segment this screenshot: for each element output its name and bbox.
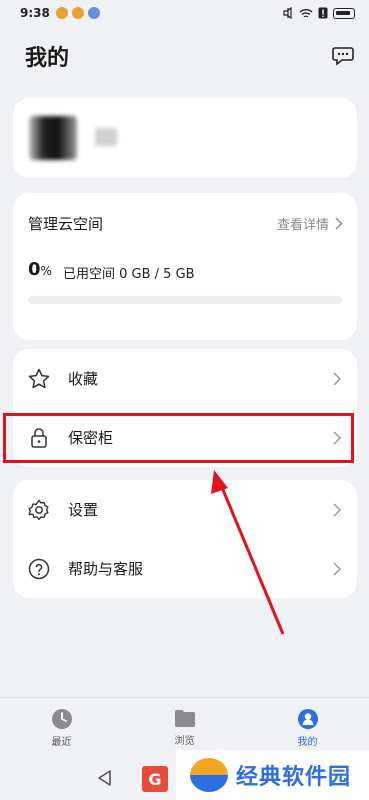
tab-browse[interactable]: 浏览 [145,709,225,747]
watermark-logo-box: G [142,766,168,792]
person-icon [297,708,318,729]
back-icon[interactable] [96,769,114,787]
tab-label: 最近 [51,736,72,748]
folder-icon [174,709,195,727]
watermark-logo [190,758,228,792]
bottom-tab-bar: 最近 浏览 我的 [0,697,369,757]
clock-icon [51,708,72,729]
watermark: 经典软件园 [176,750,369,800]
tab-recent[interactable]: 最近 [22,708,102,748]
watermark-text: 经典软件园 [236,765,352,790]
tab-label: 浏览 [174,735,195,747]
annotation-arrow [211,470,285,635]
tab-mine[interactable]: 我的 [268,708,348,748]
tab-label: 我的 [297,736,318,748]
